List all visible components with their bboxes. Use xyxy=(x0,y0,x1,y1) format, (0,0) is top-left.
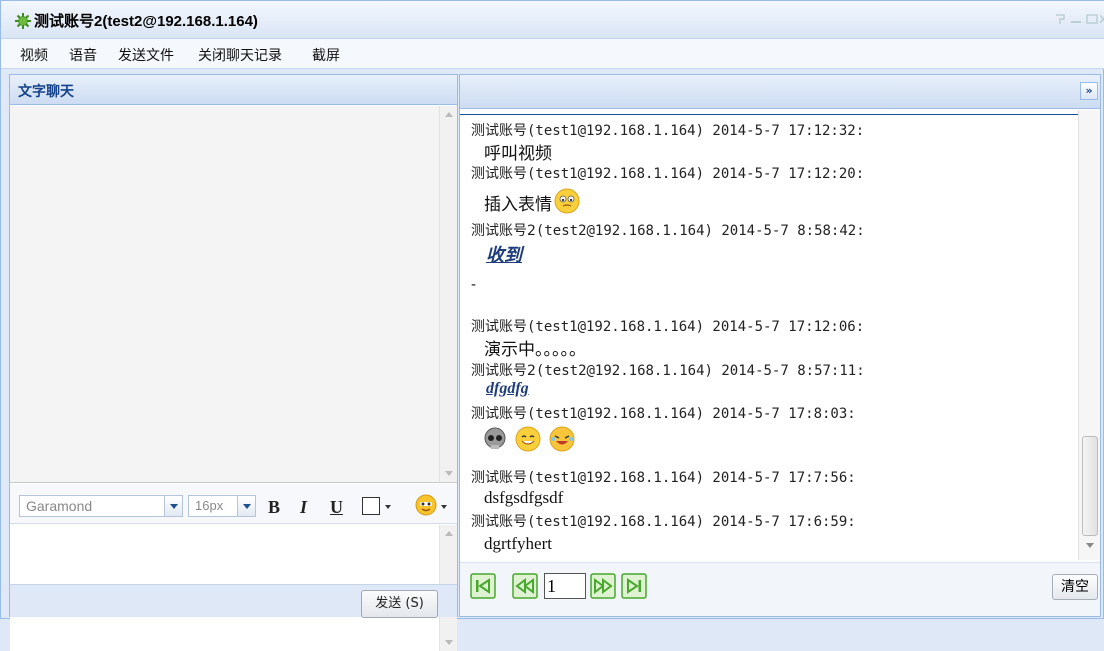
history-scrollbar[interactable] xyxy=(1078,110,1100,560)
scroll-up-icon[interactable] xyxy=(445,531,453,536)
format-toolbar: Garamond 16px B I U xyxy=(10,484,457,524)
message-meta: (test1@192.168.1.164) 2014-5-7 17:8:03: xyxy=(527,406,856,422)
menu-send-file[interactable]: 发送文件 xyxy=(118,45,174,65)
history-header: » xyxy=(460,75,1100,109)
underline-button[interactable]: U xyxy=(330,497,343,518)
message-body: 呼叫视频 xyxy=(484,144,552,164)
font-size-select[interactable]: 16px xyxy=(188,495,256,517)
font-family-value: Garamond xyxy=(26,498,93,514)
message-sender: 测试账号 xyxy=(471,470,527,486)
message-sender: 测试账号2 xyxy=(471,363,536,379)
message-sender: 测试账号 xyxy=(471,166,527,182)
message-body: 插入表情 xyxy=(484,195,552,215)
menu-bar: 视频 语音 发送文件 关闭聊天记录 截屏 xyxy=(1,39,1104,69)
message-meta: (test2@192.168.1.164) 2014-5-7 8:57:11: xyxy=(535,363,865,379)
message-header: 测试账号(test1@192.168.1.164) 2014-5-7 17:12… xyxy=(471,163,864,183)
message-header: 测试账号(test1@192.168.1.164) 2014-5-7 17:12… xyxy=(471,316,864,336)
message-sender: 测试账号 xyxy=(471,406,527,422)
message-header: 测试账号(test1@192.168.1.164) 2014-5-7 17:8:… xyxy=(471,403,856,423)
scroll-up-icon[interactable] xyxy=(445,112,453,117)
italic-button[interactable]: I xyxy=(300,497,307,518)
menu-close-history[interactable]: 关闭聊天记录 xyxy=(198,45,282,65)
message-header: 测试账号(test1@192.168.1.164) 2014-5-7 17:12… xyxy=(471,120,864,140)
message-sender: 测试账号 xyxy=(471,319,527,335)
grin-icon xyxy=(515,426,541,452)
menu-voice[interactable]: 语音 xyxy=(69,45,97,65)
message-meta: (test1@192.168.1.164) 2014-5-7 17:6:59: xyxy=(527,514,856,530)
skull-icon xyxy=(484,427,506,449)
smiley-icon[interactable] xyxy=(415,494,437,516)
text-color-button[interactable] xyxy=(362,497,380,515)
next-page-icon[interactable] xyxy=(590,573,616,599)
scroll-down-icon[interactable] xyxy=(445,640,453,645)
bold-button[interactable]: B xyxy=(268,497,280,518)
message-header: 测试账号(test1@192.168.1.164) 2014-5-7 17:7:… xyxy=(471,467,856,487)
message-body: dgrtfyhert xyxy=(484,534,552,553)
message-sender: 测试账号2 xyxy=(471,223,536,239)
pagination-bar: 1 清空 xyxy=(460,562,1100,616)
window-title: 测试账号2(test2@192.168.1.164) xyxy=(34,13,258,30)
pin-icon[interactable] xyxy=(1053,13,1067,25)
message-sender: 测试账号 xyxy=(471,123,527,139)
send-button[interactable]: 发送 (S) xyxy=(361,590,438,618)
menu-screenshot[interactable]: 截屏 xyxy=(312,45,340,65)
message-body: dfgdfg xyxy=(486,380,529,397)
message-meta: (test1@192.168.1.164) 2014-5-7 17:12:06: xyxy=(527,319,865,335)
menu-video[interactable]: 视频 xyxy=(20,45,48,65)
chevron-down-icon[interactable] xyxy=(164,496,182,516)
message-meta: (test2@192.168.1.164) 2014-5-7 8:58:42: xyxy=(535,223,865,239)
message-header: 测试账号(test1@192.168.1.164) 2014-5-7 17:6:… xyxy=(471,511,856,531)
message-header: 测试账号2(test2@192.168.1.164) 2014-5-7 8:57… xyxy=(471,360,865,380)
history-panel: » 测试账号(test1@192.168.1.164) 2014-5-7 17:… xyxy=(459,74,1101,617)
message-sender: 测试账号 xyxy=(471,514,527,530)
clear-button[interactable]: 清空 xyxy=(1052,574,1098,600)
text-chat-title: 文字聊天 xyxy=(18,84,74,100)
chat-window: 测试账号2(test2@192.168.1.164) 视频 语音 发送文件 关闭… xyxy=(0,0,1104,651)
message-body: 收到 xyxy=(486,245,522,265)
emoji-dropdown-icon[interactable] xyxy=(441,505,447,509)
message-meta: (test1@192.168.1.164) 2014-5-7 17:12:20: xyxy=(527,166,865,182)
message-body: 演示中。。。。。 xyxy=(484,340,586,360)
close-icon[interactable] xyxy=(1100,13,1104,25)
chat-display-area[interactable] xyxy=(10,106,457,483)
history-divider xyxy=(460,114,1078,115)
message-body: - xyxy=(471,277,477,293)
message-body-with-emoji: 插入表情 xyxy=(484,188,580,215)
text-chat-panel: 文字聊天 Garamond 16px B I U 发送 (S) xyxy=(9,74,458,651)
last-page-icon[interactable] xyxy=(621,573,647,599)
chat-history[interactable]: 测试账号(test1@192.168.1.164) 2014-5-7 17:12… xyxy=(460,110,1100,560)
scroll-down-icon[interactable] xyxy=(445,471,453,476)
title-bar: 测试账号2(test2@192.168.1.164) xyxy=(1,1,1104,39)
send-bar: 发送 (S) xyxy=(10,584,457,618)
maximize-icon[interactable] xyxy=(1085,13,1099,25)
laugh-icon xyxy=(549,426,575,452)
smiley-icon xyxy=(554,188,580,214)
app-icon xyxy=(15,13,31,29)
scroll-down-icon[interactable] xyxy=(1086,543,1094,548)
emoji-message xyxy=(480,426,575,452)
minimize-icon[interactable] xyxy=(1069,13,1083,25)
message-meta: (test1@192.168.1.164) 2014-5-7 17:7:56: xyxy=(527,470,856,486)
text-chat-header: 文字聊天 xyxy=(10,75,457,105)
collapse-button[interactable]: » xyxy=(1080,82,1098,100)
font-size-value: 16px xyxy=(195,498,224,513)
color-dropdown-icon[interactable] xyxy=(385,505,391,509)
page-number-input[interactable]: 1 xyxy=(544,573,586,599)
message-meta: (test1@192.168.1.164) 2014-5-7 17:12:32: xyxy=(527,123,865,139)
prev-page-icon[interactable] xyxy=(512,573,538,599)
chevron-down-icon[interactable] xyxy=(237,496,255,516)
scroll-thumb[interactable] xyxy=(1082,436,1098,536)
message-body: dsfgsdfgsdf xyxy=(484,488,564,507)
font-family-select[interactable]: Garamond xyxy=(19,495,183,517)
message-header: 测试账号2(test2@192.168.1.164) 2014-5-7 8:58… xyxy=(471,220,865,240)
first-page-icon[interactable] xyxy=(470,573,496,599)
chat-scrollbar[interactable] xyxy=(439,106,457,482)
